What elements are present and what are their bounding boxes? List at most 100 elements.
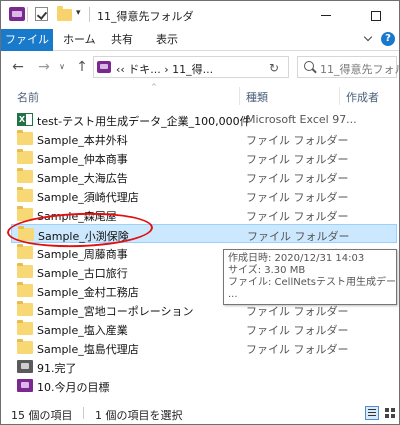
file-type: ファイル フォルダー bbox=[246, 172, 349, 185]
refresh-icon[interactable]: ↻ bbox=[267, 61, 281, 75]
list-item[interactable]: Sample_仲本商事 ファイル フォルダー bbox=[11, 148, 397, 167]
details-view-icon[interactable] bbox=[365, 406, 379, 420]
qa-separator bbox=[27, 7, 28, 22]
file-type: Microsoft Excel 97... bbox=[246, 113, 357, 126]
address-path[interactable]: ‹‹ ドキ... › 11_得... bbox=[116, 61, 213, 77]
tooltip-created: 作成日時: 2020/12/31 14:03 bbox=[228, 253, 365, 264]
list-item[interactable]: Sample_森尾屋 ファイル フォルダー bbox=[11, 205, 397, 224]
file-name: Sample_金村工務店 bbox=[37, 286, 139, 299]
status-divider bbox=[83, 407, 84, 419]
file-type: ファイル フォルダー bbox=[247, 230, 350, 243]
search-input[interactable]: 11_得意先フォル bbox=[297, 56, 400, 78]
status-bar: 15 個の項目 1 個の項目を選択 bbox=[1, 403, 399, 424]
properties-check-icon[interactable] bbox=[35, 7, 48, 21]
file-name: Sample_小渕保険 bbox=[38, 230, 129, 243]
back-arrow-icon[interactable]: ← bbox=[9, 58, 27, 76]
up-arrow-icon[interactable]: ↑ bbox=[73, 58, 91, 76]
file-name: Sample_塩入産業 bbox=[37, 324, 128, 337]
minimize-icon bbox=[321, 15, 331, 16]
window-title: 11_得意先フォルダ bbox=[97, 10, 194, 23]
tab-share[interactable]: 共有 bbox=[111, 29, 133, 51]
selection-count: 1 個の項目を選択 bbox=[95, 409, 183, 422]
file-name: Sample_仲本商事 bbox=[37, 153, 128, 166]
file-name: Sample_古口旅行 bbox=[37, 267, 128, 280]
file-name: Sample_塩島代理店 bbox=[37, 343, 139, 356]
column-header-type[interactable]: 種類 bbox=[246, 89, 268, 105]
file-info-tooltip: 作成日時: 2020/12/31 14:03 サイズ: 3.30 MB ファイル… bbox=[223, 249, 397, 305]
folder-icon bbox=[17, 130, 33, 145]
file-type: ファイル フォルダー bbox=[246, 134, 349, 147]
file-type: ファイル フォルダー bbox=[246, 324, 349, 337]
new-folder-icon[interactable] bbox=[57, 6, 72, 21]
folder-app-icon[interactable] bbox=[9, 7, 25, 21]
file-type: ファイル フォルダー bbox=[246, 153, 349, 166]
forward-arrow-icon[interactable]: → bbox=[35, 58, 53, 76]
sort-caret-icon: ^ bbox=[151, 83, 157, 91]
list-item[interactable]: 91.完了 bbox=[11, 357, 397, 376]
folder-icon bbox=[17, 263, 33, 278]
list-item[interactable]: 10.今月の目標 bbox=[11, 376, 397, 395]
list-item-selected[interactable]: Sample_小渕保険 ファイル フォルダー bbox=[11, 224, 397, 243]
file-name: Sample_森尾屋 bbox=[37, 210, 117, 223]
list-item[interactable]: Sample_塩入産業 ファイル フォルダー bbox=[11, 319, 397, 338]
folder-icon bbox=[17, 244, 33, 259]
list-item[interactable]: Sample_大海広告 ファイル フォルダー bbox=[11, 167, 397, 186]
search-icon bbox=[304, 61, 314, 71]
tooltip-size: サイズ: 3.30 MB bbox=[228, 265, 306, 276]
file-name: Sample_宮地コーポレーション bbox=[37, 305, 194, 318]
folder-icon bbox=[17, 339, 33, 354]
column-divider[interactable] bbox=[239, 87, 240, 105]
column-header-name[interactable]: 名前 bbox=[17, 89, 39, 105]
navigation-bar: ← → ∨ ↑ ‹‹ ドキ... › 11_得... ∨ ↻ 11_得意先フォル bbox=[1, 52, 399, 82]
list-item[interactable]: Sample_本井外科 ファイル フォルダー bbox=[11, 129, 397, 148]
folder-icon bbox=[17, 301, 33, 316]
list-item[interactable]: Sample_須崎代理店 ファイル フォルダー bbox=[11, 186, 397, 205]
column-header-author[interactable]: 作成者 bbox=[346, 89, 379, 105]
folder-icon bbox=[18, 226, 34, 241]
folder-icon bbox=[17, 187, 33, 202]
recent-locations-dropdown[interactable]: ∨ bbox=[57, 58, 67, 76]
tab-file[interactable]: ファイル bbox=[1, 29, 53, 51]
title-divider bbox=[89, 7, 90, 22]
folder-icon bbox=[17, 282, 33, 297]
file-name: 91.完了 bbox=[37, 362, 77, 375]
file-name: Sample_須崎代理店 bbox=[37, 191, 139, 204]
gray-folder-icon bbox=[17, 360, 33, 373]
minimize-button[interactable] bbox=[303, 1, 349, 29]
quick-access-dropdown[interactable]: ▾ bbox=[76, 8, 81, 18]
ribbon: ファイル ホーム 共有 表示 ? bbox=[1, 29, 399, 51]
folder-icon bbox=[17, 149, 33, 164]
tooltip-files: ファイル: CellNetsテスト用生成データ_企業_... bbox=[228, 277, 397, 288]
title-bar: ▾ 11_得意先フォルダ bbox=[1, 1, 399, 29]
maximize-button[interactable] bbox=[353, 1, 399, 29]
file-type: ファイル フォルダー bbox=[246, 343, 349, 356]
purple-folder-icon bbox=[17, 379, 33, 392]
file-name: 10.今月の目標 bbox=[37, 381, 110, 394]
tooltip-more: ... bbox=[228, 289, 238, 300]
column-divider[interactable] bbox=[339, 87, 340, 105]
folder-icon bbox=[17, 168, 33, 183]
excel-file-icon bbox=[17, 113, 33, 126]
file-list: test-テスト用生成データ_企業_100,000件 Microsoft Exc… bbox=[1, 110, 399, 394]
file-type: ファイル フォルダー bbox=[246, 305, 349, 318]
file-name: Sample_大海広告 bbox=[37, 172, 128, 185]
maximize-icon bbox=[371, 10, 381, 21]
tab-view[interactable]: 表示 bbox=[156, 29, 178, 51]
file-type: ファイル フォルダー bbox=[246, 210, 349, 223]
file-name: test-テスト用生成データ_企業_100,000件 bbox=[37, 115, 251, 128]
explorer-window: ▾ 11_得意先フォルダ ファイル ホーム 共有 表示 ? ← → ∨ ↑ ‹‹… bbox=[0, 0, 400, 425]
folder-icon bbox=[17, 320, 33, 335]
item-count: 15 個の項目 bbox=[11, 409, 73, 422]
file-name: Sample_本井外科 bbox=[37, 134, 128, 147]
search-placeholder: 11_得意先フォル bbox=[320, 63, 400, 76]
file-type: ファイル フォルダー bbox=[246, 191, 349, 204]
address-bar[interactable]: ‹‹ ドキ... › 11_得... ∨ bbox=[93, 56, 342, 78]
address-folder-icon bbox=[97, 61, 111, 73]
ribbon-expand-chevron-icon[interactable] bbox=[363, 33, 373, 43]
folder-icon bbox=[17, 206, 33, 221]
list-item[interactable]: Sample_塩島代理店 ファイル フォルダー bbox=[11, 338, 397, 357]
help-icon[interactable]: ? bbox=[381, 32, 395, 46]
tab-home[interactable]: ホーム bbox=[63, 29, 96, 51]
large-icons-view-icon[interactable] bbox=[383, 406, 397, 420]
list-item[interactable]: test-テスト用生成データ_企業_100,000件 Microsoft Exc… bbox=[11, 110, 397, 129]
